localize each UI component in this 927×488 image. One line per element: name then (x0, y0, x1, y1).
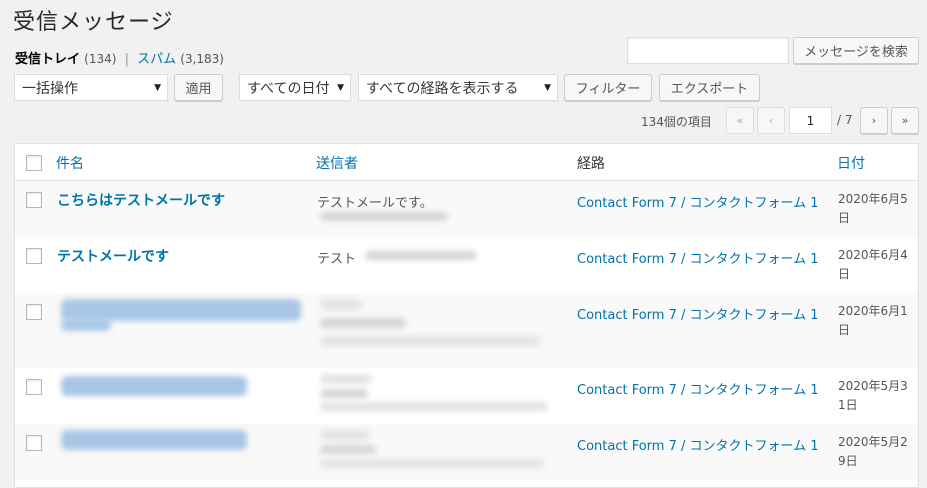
blurred-subject (61, 319, 111, 331)
messages-table: 件名 送信者 経路 日付 こちらはテストメールです テストメールです。 Cont… (14, 143, 919, 488)
table-row: Contact Form 7 / コンタクトフォーム 1 2020年5月31日 (15, 368, 918, 424)
view-separator: | (124, 52, 129, 67)
blurred-sender-extra (320, 459, 544, 468)
export-button[interactable]: エクスポート (659, 74, 760, 101)
bulk-action-select[interactable]: 一括操作 ▼ (14, 74, 168, 101)
next-page-button[interactable]: › (860, 107, 888, 134)
chevron-down-icon: ▼ (544, 83, 551, 93)
column-subject[interactable]: 件名 (56, 153, 84, 173)
total-pages: / 7 (837, 113, 853, 127)
message-channel[interactable]: Contact Form 7 / コンタクトフォーム 1 (577, 304, 819, 323)
view-inbox[interactable]: 受信トレイ (15, 52, 80, 67)
message-subject[interactable]: こちらはテストメールです (57, 190, 225, 210)
row-checkbox[interactable] (26, 248, 42, 264)
blurred-sender-email (320, 389, 368, 398)
search-button[interactable]: メッセージを検索 (793, 37, 919, 64)
table-row: こちらはテストメールです テストメールです。 Contact Form 7 / … (15, 181, 918, 237)
prev-page-button[interactable]: ‹ (757, 107, 785, 134)
message-sender: テスト (317, 252, 357, 267)
blurred-sender (320, 430, 370, 440)
column-sender[interactable]: 送信者 (316, 153, 358, 173)
message-sender: テストメールです。 (317, 196, 433, 211)
table-row: Contact Form 7 / コンタクトフォーム 1 2020年6月1日 (15, 293, 918, 368)
row-checkbox[interactable] (26, 435, 42, 451)
blurred-sender-extra (320, 336, 540, 346)
message-channel[interactable]: Contact Form 7 / コンタクトフォーム 1 (577, 435, 819, 454)
filter-button[interactable]: フィルター (564, 74, 652, 101)
channel-filter-value: すべての経路を表示する (366, 80, 519, 97)
message-date: 2020年6月4日 (838, 248, 908, 281)
message-date: 2020年5月29日 (838, 435, 908, 468)
table-header: 件名 送信者 経路 日付 (15, 144, 918, 181)
date-filter-value: すべての日付 (247, 80, 330, 97)
bulk-action-value: 一括操作 (22, 80, 78, 97)
blurred-subject (61, 299, 301, 321)
select-all-checkbox[interactable] (26, 155, 42, 171)
row-checkbox[interactable] (26, 379, 42, 395)
first-page-button[interactable]: « (726, 107, 754, 134)
column-channel: 経路 (577, 156, 605, 172)
inbox-count: (134) (84, 52, 117, 66)
search-input[interactable] (627, 37, 789, 64)
blurred-sender (320, 374, 372, 384)
channel-filter-select[interactable]: すべての経路を表示する ▼ (358, 74, 558, 101)
current-page-input[interactable]: 1 (789, 107, 832, 134)
message-subject[interactable]: テストメールです (57, 246, 169, 266)
blurred-sender-email (365, 251, 477, 260)
chevron-down-icon: ▼ (154, 83, 161, 93)
blurred-subject (61, 376, 247, 396)
spam-count: (3,183) (180, 52, 224, 66)
column-date[interactable]: 日付 (837, 153, 865, 173)
row-checkbox[interactable] (26, 304, 42, 320)
blurred-sender (320, 299, 362, 310)
blurred-sender-extra (320, 402, 548, 411)
blurred-subject (61, 430, 247, 450)
message-channel[interactable]: Contact Form 7 / コンタクトフォーム 1 (577, 248, 819, 267)
page-title: 受信メッセージ (13, 10, 174, 35)
items-count: 134個の項目 (641, 115, 712, 129)
message-date: 2020年6月1日 (838, 304, 908, 337)
table-row: テストメールです テスト Contact Form 7 / コンタクトフォーム … (15, 237, 918, 293)
message-channel[interactable]: Contact Form 7 / コンタクトフォーム 1 (577, 192, 819, 211)
chevron-down-icon: ▼ (337, 83, 344, 93)
message-date: 2020年5月31日 (838, 379, 908, 412)
table-row: Contact Form 7 / コンタクトフォーム 1 2020年5月29日 (15, 424, 918, 480)
row-checkbox[interactable] (26, 192, 42, 208)
apply-button[interactable]: 適用 (174, 74, 223, 101)
last-page-button[interactable]: » (891, 107, 919, 134)
blurred-sender-email (320, 212, 448, 221)
message-channel[interactable]: Contact Form 7 / コンタクトフォーム 1 (577, 379, 819, 398)
message-date: 2020年6月5日 (838, 192, 908, 225)
view-spam[interactable]: スパム (137, 52, 176, 67)
date-filter-select[interactable]: すべての日付 ▼ (239, 74, 351, 101)
blurred-sender-email (320, 318, 406, 328)
view-filters: 受信トレイ (134) | スパム (3,183) (15, 48, 224, 67)
blurred-sender-email (320, 445, 376, 454)
